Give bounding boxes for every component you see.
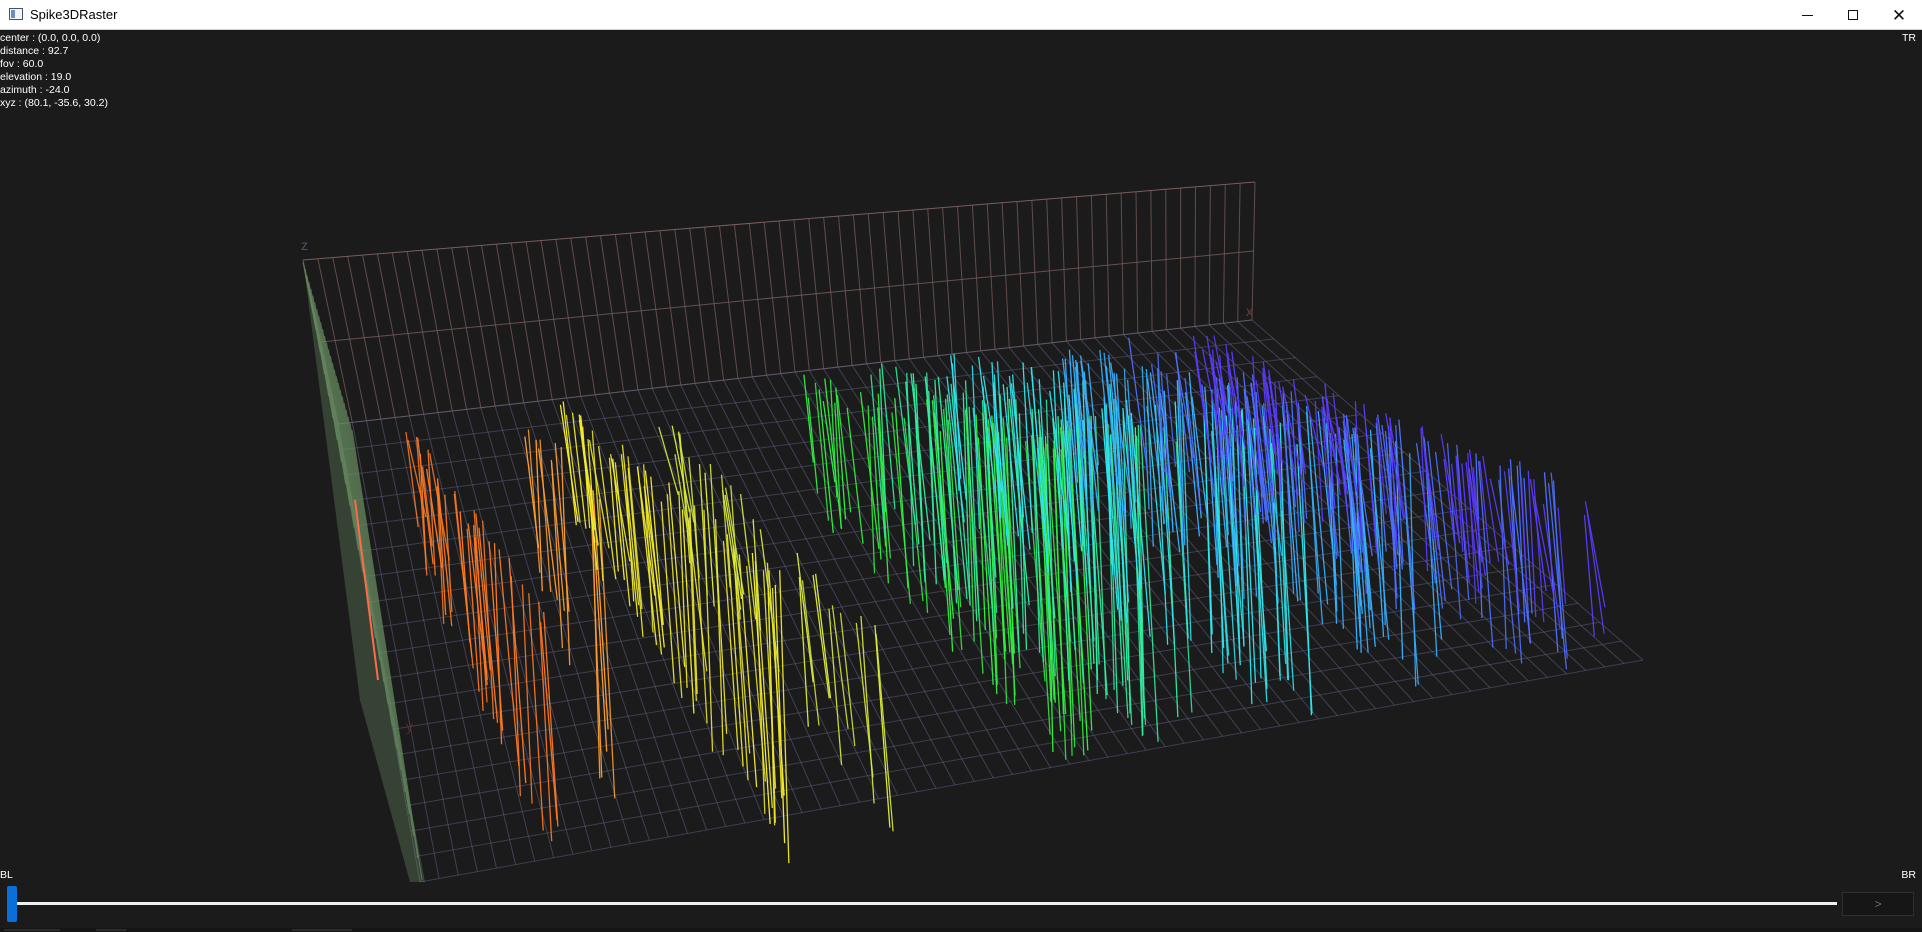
- spike-line: [798, 576, 809, 727]
- spike-line: [580, 415, 598, 570]
- spike-line: [1398, 419, 1416, 611]
- window-title: Spike3DRaster: [30, 7, 118, 22]
- spike-line: [709, 463, 720, 607]
- spike-line: [703, 509, 714, 752]
- axis-label-z: z: [301, 237, 308, 253]
- spike-line: [874, 625, 891, 828]
- camera-center: center : (0.0, 0.0, 0.0): [0, 32, 101, 44]
- spike-line: [565, 414, 581, 523]
- close-icon: ✕: [1891, 5, 1907, 25]
- spike-line: [1499, 465, 1507, 650]
- camera-xyz: xyz : (80.1, -35.6, 30.2): [0, 97, 108, 109]
- spike-line: [1247, 419, 1267, 652]
- spike-line: [1529, 479, 1547, 592]
- corner-label-br: BR: [1901, 869, 1916, 881]
- timeline-slider-handle[interactable]: [7, 886, 17, 922]
- minimize-button[interactable]: [1784, 0, 1830, 30]
- corner-label-tr: TR: [1902, 32, 1916, 44]
- camera-azimuth: azimuth : -24.0: [0, 84, 70, 96]
- maximize-button[interactable]: [1830, 0, 1876, 30]
- spike-line: [807, 397, 819, 494]
- floor-grid-line: [369, 451, 1405, 603]
- spike-line: [454, 490, 473, 657]
- corner-label-bl: BL: [0, 869, 13, 881]
- next-button[interactable]: >: [1842, 892, 1914, 916]
- spike-raster: [405, 335, 1606, 864]
- camera-info-overlay: center : (0.0, 0.0, 0.0) distance : 92.7…: [0, 32, 108, 110]
- camera-elevation: elevation : 19.0: [0, 71, 72, 83]
- spike-line: [644, 470, 665, 648]
- close-button[interactable]: ✕: [1876, 0, 1922, 30]
- title-bar: Spike3DRaster ✕: [0, 0, 1922, 30]
- floor-grid-line: [337, 319, 1253, 425]
- spike-line: [1520, 477, 1529, 603]
- camera-fov: fov : 60.0: [0, 58, 44, 70]
- spike-line: [814, 573, 832, 699]
- timeline-slider-track[interactable]: [12, 902, 1837, 905]
- spike-line: [415, 436, 428, 576]
- axis-label-x: x: [1246, 303, 1253, 319]
- status-strip: [0, 928, 1922, 932]
- axis-label-y: y: [406, 718, 413, 734]
- app-icon: [9, 8, 23, 20]
- maximize-icon: [1848, 10, 1858, 20]
- raster-3d-viewport[interactable]: z x y: [0, 30, 1922, 902]
- spike-line: [621, 444, 640, 606]
- spike-line: [812, 574, 830, 699]
- spike-line: [1583, 514, 1595, 637]
- spike-line: [598, 499, 616, 799]
- spike-line: [550, 462, 564, 649]
- minimize-icon: [1801, 14, 1813, 16]
- spike-line: [774, 584, 786, 844]
- back-grid-line: [302, 181, 1256, 261]
- camera-distance: distance : 92.7: [0, 45, 69, 57]
- spike-line: [714, 519, 724, 756]
- floor-grid-plane: [337, 319, 1644, 883]
